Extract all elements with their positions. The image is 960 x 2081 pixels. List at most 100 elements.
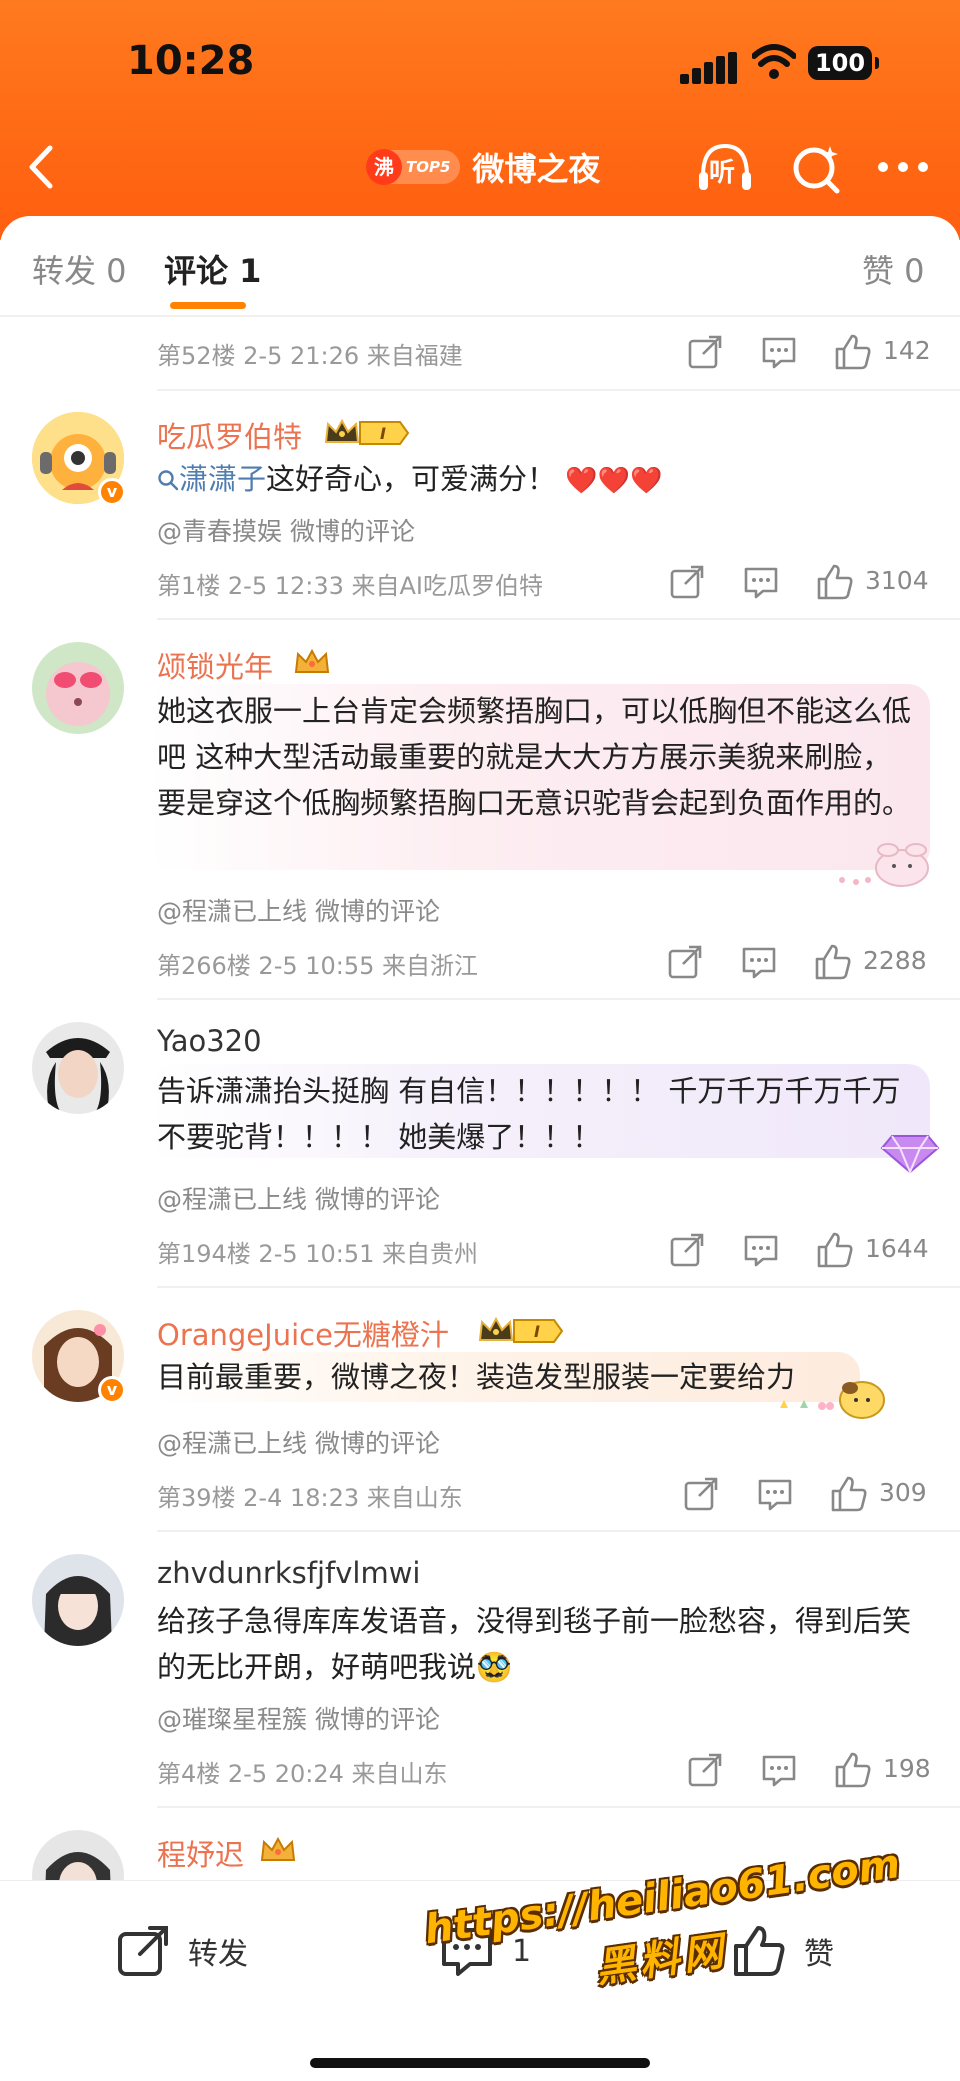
share-icon[interactable] [667, 1230, 707, 1270]
thumbs-up-icon[interactable] [815, 1230, 855, 1270]
battery-indicator: 100 [808, 46, 879, 80]
level-text: I [380, 424, 386, 443]
comment-divider [157, 389, 960, 391]
reply-icon[interactable] [741, 562, 781, 602]
share-icon[interactable] [685, 332, 725, 372]
thumbs-up-icon[interactable] [813, 942, 853, 982]
share-icon[interactable] [665, 942, 705, 982]
search-ai-icon[interactable] [790, 140, 842, 196]
avatar[interactable] [32, 1554, 124, 1646]
reply-icon[interactable] [739, 942, 779, 982]
back-arrow-icon[interactable] [22, 142, 62, 192]
comment-meta: 第39楼 2-4 18:23 来自山东 [157, 1484, 463, 1512]
crown-icon [324, 418, 360, 443]
member-level-badge: I [359, 421, 410, 445]
home-indicator [310, 2058, 650, 2068]
hot-rank-badge: 沸 TOP5 [366, 149, 461, 185]
comment-divider [157, 1286, 960, 1288]
reply-icon[interactable] [741, 1230, 781, 1270]
comment-source[interactable]: @程潇已上线 微博的评论 [157, 1424, 440, 1460]
comment-text: 告诉潇潇抬头挺胸 有自信！！！！！！ 千万千万千万千万不要驼背！！！！ 她美爆了… [157, 1074, 901, 1154]
crown-icon [478, 1316, 514, 1341]
tabs-divider [0, 315, 960, 317]
share-icon[interactable] [685, 1750, 725, 1790]
comment-meta-row: 第4楼 2-5 20:24 来自山东 198 [157, 1750, 932, 1790]
avatar-image [32, 1022, 124, 1114]
thumbs-up-icon[interactable] [833, 332, 873, 372]
verified-badge-icon: v [98, 1376, 126, 1404]
reply-icon[interactable] [755, 1474, 795, 1514]
status-time: 10:28 [127, 38, 255, 84]
cellular-signal-icon [680, 52, 740, 84]
crown-icon [294, 648, 330, 673]
level-text: I [534, 1322, 540, 1341]
like-count: 309 [879, 1478, 927, 1507]
like-count: 142 [883, 336, 931, 365]
thumbs-up-icon[interactable] [815, 562, 855, 602]
listen-button[interactable]: 听 [695, 140, 755, 196]
share-icon[interactable] [667, 562, 707, 602]
comment-source[interactable]: @璀璨星程簇 微博的评论 [157, 1700, 440, 1736]
hot-fire-icon: 沸 [366, 149, 402, 185]
comment-divider [157, 998, 960, 1000]
like-count: 198 [883, 1754, 931, 1783]
diamond-sticker-icon [880, 1135, 940, 1175]
like-count: 2288 [863, 946, 927, 975]
member-level-badge: I [513, 1319, 564, 1343]
wifi-icon [752, 44, 796, 79]
repost-label: 转发 [188, 1937, 248, 1972]
comment-text: 给孩子急得库库发语音，没得到毯子前一脸愁容，得到后笑的无比开朗，好萌吧我说🥸 [157, 1604, 912, 1684]
navigation-bar: 沸 TOP5 微博之夜 听 [0, 120, 960, 210]
thumbs-up-icon[interactable] [829, 1474, 869, 1514]
more-dots-icon[interactable] [878, 162, 928, 172]
mention-text: 潇潇子 [179, 462, 267, 496]
repost-button[interactable]: 转发 [114, 1921, 248, 1981]
tab-bar: 转发 0 评论 1 赞 0 [0, 216, 960, 317]
comment-meta-row: 第194楼 2-5 10:51 来自贵州 1644 [157, 1230, 932, 1270]
avatar[interactable] [32, 642, 124, 734]
comment-source[interactable]: @青春摸娱 微博的评论 [157, 512, 415, 548]
listen-label: 听 [709, 158, 736, 188]
username[interactable]: zhvdunrksfjfvlmwi [157, 1556, 420, 1590]
comment-meta-row: 第39楼 2-4 18:23 来自山东 309 [157, 1474, 932, 1514]
comment-text: 她这衣服一上台肯定会频繁捂胸口，可以低胸但不能这么低吧 这种大型活动最重要的就是… [157, 694, 912, 820]
comment-body: 这好奇心，可爱满分！ [266, 462, 557, 496]
comment-meta-row: 第1楼 2-5 12:33 来自AI吃瓜罗伯特 3104 [157, 562, 932, 602]
thumbs-up-icon[interactable] [833, 1750, 873, 1790]
bunny-sticker-icon [839, 843, 929, 887]
crown-icon [260, 1836, 296, 1861]
tab-comment[interactable]: 评论 1 [164, 246, 261, 292]
username[interactable]: 吃瓜罗伯特 [157, 414, 302, 456]
mention-link[interactable]: 潇潇子 [157, 462, 266, 496]
username[interactable]: 程妤迟 [157, 1832, 244, 1874]
reply-icon[interactable] [759, 332, 799, 372]
verified-badge-icon: v [98, 478, 126, 506]
reply-icon[interactable] [759, 1750, 799, 1790]
username[interactable]: OrangeJuice无糖橙汁 [157, 1312, 449, 1354]
avatar[interactable] [32, 1022, 124, 1114]
username[interactable]: 颂锁光年 [157, 644, 273, 686]
tab-repost[interactable]: 转发 0 [32, 246, 127, 292]
comment-divider [157, 1806, 960, 1808]
username[interactable]: Yao320 [157, 1024, 262, 1058]
comment-divider [157, 618, 960, 620]
page-title: 微博之夜 [472, 150, 601, 188]
like-count: 1644 [865, 1234, 929, 1263]
comment-source[interactable]: @程潇已上线 微博的评论 [157, 892, 440, 928]
comment-meta-row: 第52楼 2-5 21:26 来自福建 142 [157, 332, 932, 372]
heart-emoji: ❤️❤️❤️ [565, 466, 663, 496]
like-count: 3104 [865, 566, 929, 595]
avatar-image [32, 642, 124, 734]
comment-meta: 第4楼 2-5 20:24 来自山东 [157, 1760, 448, 1788]
comment-text: 潇潇子这好奇心，可爱满分！ ❤️❤️❤️ [157, 456, 917, 504]
share-icon[interactable] [681, 1474, 721, 1514]
tab-like[interactable]: 赞 0 [862, 246, 925, 292]
search-icon [158, 470, 179, 491]
share-icon [118, 1926, 168, 1976]
comment-meta: 第194楼 2-5 10:51 来自贵州 [157, 1240, 479, 1268]
comment-meta: 第1楼 2-5 12:33 来自AI吃瓜罗伯特 [157, 572, 544, 600]
comment-meta-row: 第266楼 2-5 10:55 来自浙江 2288 [157, 942, 932, 982]
comment-source[interactable]: @程潇已上线 微博的评论 [157, 1180, 440, 1216]
topic-title[interactable]: 沸 TOP5 微博之夜 [366, 144, 600, 190]
status-bar: 10:28 100 [0, 30, 960, 100]
